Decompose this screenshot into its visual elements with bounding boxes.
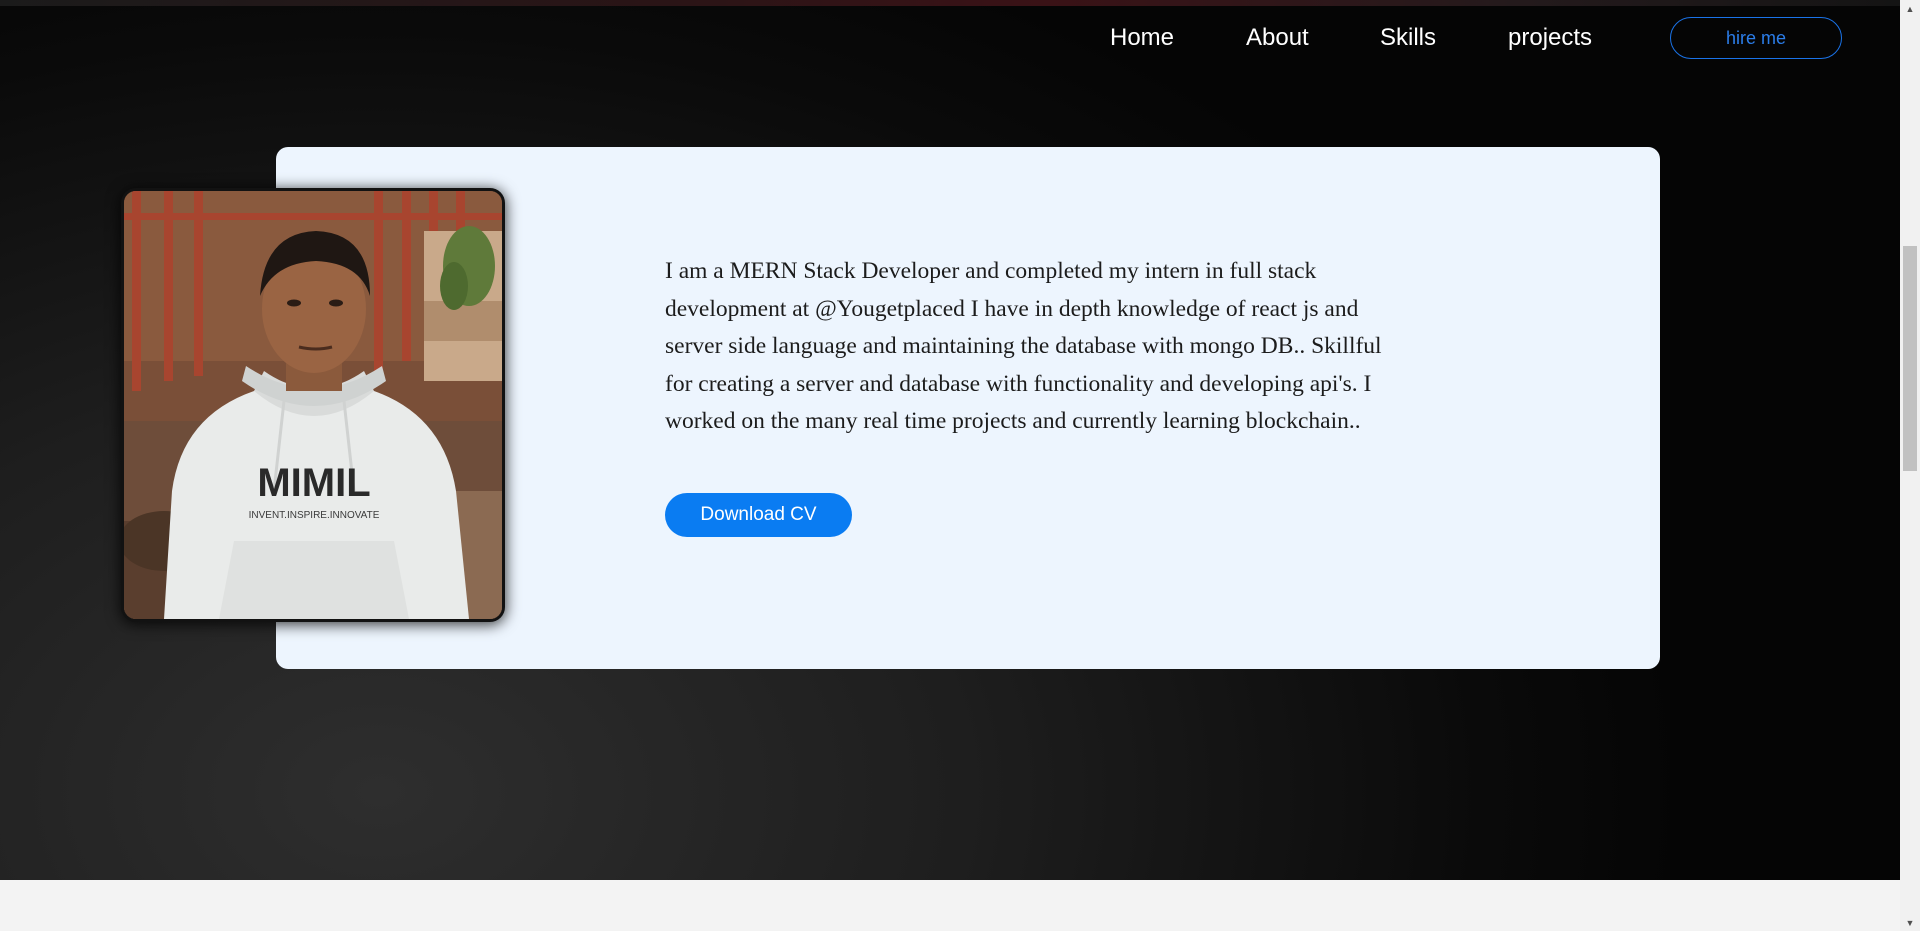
hire-me-button[interactable]: hire me (1670, 17, 1842, 59)
profile-photo: MIMIL INVENT.INSPIRE.INNOVATE (124, 191, 502, 619)
vertical-scrollbar[interactable]: ▲ ▼ (1900, 0, 1920, 931)
nav-home-link[interactable]: Home (1110, 24, 1174, 52)
photo-shirt-tagline: INVENT.INSPIRE.INNOVATE (249, 510, 380, 521)
page-viewport: Home About Skills projects hire me MIMIL… (0, 0, 1900, 931)
scroll-up-arrow-icon[interactable]: ▲ (1900, 0, 1920, 17)
photo-shirt-text: MIMIL (257, 461, 370, 505)
scroll-down-arrow-icon[interactable]: ▼ (1900, 914, 1920, 931)
about-description: I am a MERN Stack Developer and complete… (665, 258, 1382, 434)
nav-skills-link[interactable]: Skills (1380, 24, 1436, 52)
scrollbar-thumb[interactable] (1903, 246, 1917, 471)
nav-about-link[interactable]: About (1246, 24, 1309, 52)
nav-projects-link[interactable]: projects (1508, 24, 1592, 52)
top-navbar: Home About Skills projects hire me (0, 0, 1900, 78)
profile-photo-illustration: MIMIL INVENT.INSPIRE.INNOVATE (124, 191, 502, 619)
download-cv-button[interactable]: Download CV (665, 493, 852, 537)
hero-section: Home About Skills projects hire me MIMIL… (0, 0, 1900, 880)
